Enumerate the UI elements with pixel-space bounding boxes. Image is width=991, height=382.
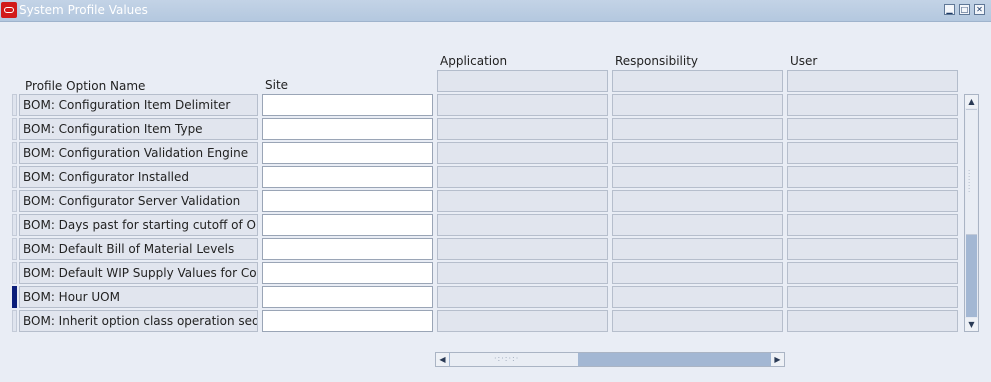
user-value-field <box>787 310 958 332</box>
vertical-scrollbar[interactable]: ▲ · · · · · · · · ▼ <box>964 94 979 332</box>
scroll-up-button[interactable]: ▲ <box>965 95 978 108</box>
table-row: BOM: Inherit option class operation sequ <box>0 310 965 333</box>
table-row: BOM: Default WIP Supply Values for Co <box>0 262 965 285</box>
table-row: BOM: Configuration Item Type <box>0 118 965 141</box>
application-value-field <box>437 118 608 140</box>
site-value-field[interactable] <box>262 310 433 332</box>
application-value-field <box>437 214 608 236</box>
site-value-field[interactable] <box>262 142 433 164</box>
profile-option-name-cell[interactable]: BOM: Configuration Item Type <box>19 118 258 140</box>
table-row: BOM: Configurator Server Validation <box>0 190 965 213</box>
profile-option-name-cell[interactable]: BOM: Hour UOM <box>19 286 258 308</box>
application-value-field <box>437 238 608 260</box>
column-header-site: Site <box>265 78 289 92</box>
column-header-application: Application <box>440 54 508 68</box>
user-header-field <box>787 70 958 92</box>
profile-option-name-cell[interactable]: BOM: Configuration Item Delimiter <box>19 94 258 116</box>
record-indicator[interactable] <box>12 118 17 140</box>
vertical-scroll-thumb[interactable]: · · · · · · · · <box>966 109 977 235</box>
grip-icon: ·:·:·:· <box>494 354 520 363</box>
table-row: BOM: Days past for starting cutoff of Or… <box>0 214 965 237</box>
application-value-field <box>437 94 608 116</box>
user-value-field <box>787 286 958 308</box>
window-titlebar: System Profile Values ▁ □ ✕ <box>0 0 991 22</box>
application-value-field <box>437 190 608 212</box>
user-value-field <box>787 214 958 236</box>
user-value-field <box>787 94 958 116</box>
grip-icon: · · · · · · · · <box>968 167 972 196</box>
application-value-field <box>437 310 608 332</box>
site-value-field[interactable] <box>262 190 433 212</box>
table-row: BOM: Configuration Item Delimiter <box>0 94 965 117</box>
profile-option-name-cell[interactable]: BOM: Configuration Validation Engine <box>19 142 258 164</box>
table-row: BOM: Hour UOM <box>0 286 965 309</box>
record-indicator[interactable] <box>12 166 17 188</box>
minimize-button[interactable]: ▁ <box>944 4 955 15</box>
profile-option-name-cell[interactable]: BOM: Days past for starting cutoff of Or… <box>19 214 258 236</box>
horizontal-scrollbar[interactable]: ◀ ·:·:·:· ▶ <box>435 352 785 367</box>
table-row: BOM: Default Bill of Material Levels <box>0 238 965 261</box>
responsibility-value-field <box>612 214 783 236</box>
responsibility-value-field <box>612 238 783 260</box>
responsibility-header-field <box>612 70 783 92</box>
horizontal-scroll-thumb[interactable]: ·:·:·:· <box>450 353 578 366</box>
profile-option-name-cell[interactable]: BOM: Configurator Server Validation <box>19 190 258 212</box>
site-value-field[interactable] <box>262 118 433 140</box>
column-header-responsibility: Responsibility <box>615 54 699 68</box>
user-value-field <box>787 262 958 284</box>
application-value-field <box>437 286 608 308</box>
user-value-field <box>787 142 958 164</box>
user-value-field <box>787 190 958 212</box>
record-indicator[interactable] <box>12 262 17 284</box>
window-title: System Profile Values <box>19 3 148 17</box>
record-indicator[interactable] <box>12 190 17 212</box>
record-indicator[interactable] <box>12 214 17 236</box>
site-value-field[interactable] <box>262 94 433 116</box>
responsibility-value-field <box>612 286 783 308</box>
application-value-field <box>437 142 608 164</box>
user-value-field <box>787 238 958 260</box>
record-indicator[interactable] <box>12 310 17 332</box>
site-value-field[interactable] <box>262 286 433 308</box>
current-record-indicator[interactable] <box>12 286 17 308</box>
profile-option-name-cell[interactable]: BOM: Inherit option class operation sequ <box>19 310 258 332</box>
column-header-profile-option-name: Profile Option Name <box>25 79 146 93</box>
maximize-button[interactable]: □ <box>959 4 970 15</box>
record-indicator[interactable] <box>12 142 17 164</box>
profile-option-name-cell[interactable]: BOM: Default WIP Supply Values for Co <box>19 262 258 284</box>
column-header-user: User <box>790 54 818 68</box>
responsibility-value-field <box>612 142 783 164</box>
site-value-field[interactable] <box>262 166 433 188</box>
site-value-field[interactable] <box>262 238 433 260</box>
user-value-field <box>787 166 958 188</box>
responsibility-value-field <box>612 190 783 212</box>
oracle-logo-icon <box>1 2 17 18</box>
scroll-down-button[interactable]: ▼ <box>965 318 978 331</box>
profile-option-name-cell[interactable]: BOM: Default Bill of Material Levels <box>19 238 258 260</box>
application-value-field <box>437 262 608 284</box>
table-row: BOM: Configuration Validation Engine <box>0 142 965 165</box>
close-button[interactable]: ✕ <box>974 4 985 15</box>
responsibility-value-field <box>612 94 783 116</box>
responsibility-value-field <box>612 310 783 332</box>
user-value-field <box>787 118 958 140</box>
scroll-left-button[interactable]: ◀ <box>436 353 449 366</box>
record-indicator[interactable] <box>12 94 17 116</box>
site-value-field[interactable] <box>262 214 433 236</box>
table-row: BOM: Configurator Installed <box>0 166 965 189</box>
application-header-field <box>437 70 608 92</box>
record-indicator[interactable] <box>12 238 17 260</box>
application-value-field <box>437 166 608 188</box>
scroll-right-button[interactable]: ▶ <box>771 353 784 366</box>
vertical-scroll-track[interactable] <box>966 235 977 317</box>
responsibility-value-field <box>612 262 783 284</box>
profile-option-name-cell[interactable]: BOM: Configurator Installed <box>19 166 258 188</box>
site-value-field[interactable] <box>262 262 433 284</box>
responsibility-value-field <box>612 166 783 188</box>
responsibility-value-field <box>612 118 783 140</box>
